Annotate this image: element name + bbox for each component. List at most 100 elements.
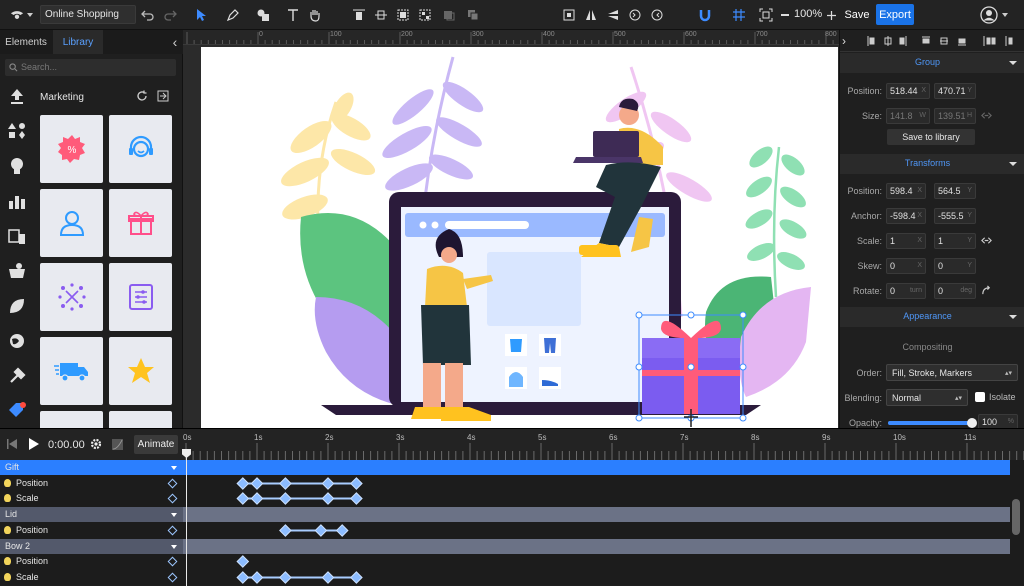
fit-button[interactable] <box>560 0 578 30</box>
keyframe-lane[interactable] <box>183 491 1010 506</box>
keyframe-diamond[interactable] <box>236 492 250 506</box>
lock-scale-button[interactable] <box>981 235 992 246</box>
keyframe-lane[interactable] <box>183 460 1010 475</box>
keyframe-diamond[interactable] <box>250 476 264 490</box>
track-property[interactable]: Position <box>0 475 1024 491</box>
skew-y-field[interactable]: 0Y <box>934 258 976 274</box>
keyframe-diamond[interactable] <box>250 492 264 506</box>
easing-button[interactable] <box>112 439 123 450</box>
keyframes[interactable] <box>183 570 1010 585</box>
undo-button[interactable] <box>140 0 156 30</box>
keyframe-lane[interactable] <box>183 507 1010 523</box>
keyframes[interactable] <box>183 491 1010 506</box>
anchor-y-field[interactable]: -555.5 Y <box>934 208 976 224</box>
skip-start-button[interactable] <box>7 439 17 449</box>
track-group[interactable]: Bow 2 <box>0 538 1024 554</box>
category-business[interactable] <box>7 191 27 211</box>
library-item-star[interactable] <box>109 337 172 405</box>
zoom-out-button[interactable] <box>778 0 792 30</box>
category-shapes[interactable] <box>7 121 27 141</box>
library-item-discount[interactable]: % <box>40 115 103 183</box>
category-devices[interactable] <box>7 226 27 246</box>
keyframe-diamond[interactable] <box>350 571 363 584</box>
timeline-ruler[interactable]: 0s 1s 2s 3s 4s 5s 6s 7s 8s 9s 10s 11s <box>183 429 1024 460</box>
size-height-field[interactable]: 139.51 H <box>934 108 976 124</box>
lock-ratio-button[interactable] <box>981 110 992 121</box>
opacity-slider-thumb[interactable] <box>967 418 977 428</box>
grid-settings-button[interactable] <box>726 0 752 30</box>
keyframe-lane[interactable] <box>183 554 1010 569</box>
artboard[interactable] <box>201 47 838 428</box>
fullscreen-button[interactable] <box>756 0 776 30</box>
scale-x-field[interactable]: 1X <box>886 233 926 249</box>
track-property[interactable]: Position <box>0 522 1024 538</box>
add-keyframe-icon[interactable] <box>167 525 178 536</box>
rotate-left-button[interactable] <box>626 0 644 30</box>
keyframe-diamond[interactable] <box>279 523 292 537</box>
keyframe-lane[interactable] <box>183 523 1010 538</box>
transforms-section-header[interactable]: Transforms <box>840 154 1024 174</box>
lightbulb-icon[interactable] <box>4 494 11 503</box>
timeline-scrollbar[interactable] <box>1012 499 1020 535</box>
group-position-x-field[interactable]: 518.44 X <box>886 83 930 99</box>
keyframe-diamond[interactable] <box>321 571 335 584</box>
add-keyframe-icon[interactable] <box>167 572 178 583</box>
select-tool-button[interactable] <box>190 0 212 30</box>
import-button[interactable] <box>157 90 169 102</box>
keyframe-lane[interactable] <box>183 476 1010 491</box>
keyframes[interactable] <box>183 476 1010 491</box>
shape-tool-button[interactable] <box>252 0 274 30</box>
anchor-x-field[interactable]: -598.4 X <box>886 208 926 224</box>
library-search-input[interactable]: Search... <box>5 59 176 76</box>
flip-vertical-button[interactable] <box>604 0 622 30</box>
keyframes[interactable] <box>183 554 1010 569</box>
keyframe-diamond[interactable] <box>250 571 264 584</box>
add-keyframe-icon[interactable] <box>167 556 178 567</box>
keyframe-diamond[interactable] <box>279 492 292 506</box>
keyframe-diamond[interactable] <box>279 571 292 584</box>
keyframe-lane[interactable] <box>183 570 1010 585</box>
group-section-header[interactable]: Group <box>840 53 1024 73</box>
library-item-gift[interactable] <box>109 189 172 257</box>
keyframe-diamond[interactable] <box>350 492 363 506</box>
export-button[interactable]: Export <box>876 4 914 25</box>
keyframe-diamond[interactable] <box>321 476 335 490</box>
track-label[interactable]: Position <box>0 554 183 569</box>
tab-library[interactable]: Library <box>53 30 103 54</box>
isolate-checkbox[interactable] <box>975 392 985 402</box>
pen-tool-button[interactable] <box>222 0 244 30</box>
chevron-down-icon[interactable] <box>171 544 177 549</box>
rotate-handle-button[interactable] <box>981 285 992 296</box>
appearance-section-header[interactable]: Appearance <box>840 307 1024 327</box>
keyframe-diamond[interactable] <box>335 523 349 537</box>
flip-horizontal-button[interactable] <box>582 0 600 30</box>
category-travel[interactable] <box>7 331 27 351</box>
rotate-deg-field[interactable]: 0 deg <box>934 283 976 299</box>
group-button[interactable] <box>394 0 412 30</box>
track-label[interactable]: Position <box>0 476 183 491</box>
keyframe-diamond[interactable] <box>350 476 363 490</box>
track-property[interactable]: Scale <box>0 569 1024 585</box>
track-group[interactable]: Lid <box>0 507 1024 523</box>
zoom-in-button[interactable] <box>824 0 838 30</box>
category-ideas[interactable] <box>7 156 27 176</box>
zoom-level[interactable]: 100% <box>794 8 822 20</box>
canvas-area[interactable] <box>183 45 839 428</box>
account-menu[interactable] <box>976 0 1012 30</box>
hand-tool-button[interactable] <box>306 0 324 30</box>
category-marketing[interactable] <box>7 401 27 421</box>
track-label[interactable]: Gift <box>0 460 183 475</box>
library-item-network[interactable] <box>40 263 103 331</box>
timeline-settings-button[interactable] <box>90 438 102 450</box>
size-width-field[interactable]: 141.8 W <box>886 108 930 124</box>
library-item-partial[interactable] <box>109 411 172 428</box>
category-food[interactable] <box>7 261 27 281</box>
keyframe-diamond[interactable] <box>236 571 250 584</box>
chevron-down-icon[interactable] <box>171 466 177 470</box>
library-item-user[interactable] <box>40 189 103 257</box>
library-item-partial[interactable] <box>40 411 103 428</box>
refresh-button[interactable] <box>136 90 148 102</box>
document-title-field[interactable]: Online Shopping <box>40 5 136 24</box>
save-to-library-button[interactable]: Save to library <box>887 129 975 145</box>
track-label[interactable]: Lid <box>0 507 183 523</box>
